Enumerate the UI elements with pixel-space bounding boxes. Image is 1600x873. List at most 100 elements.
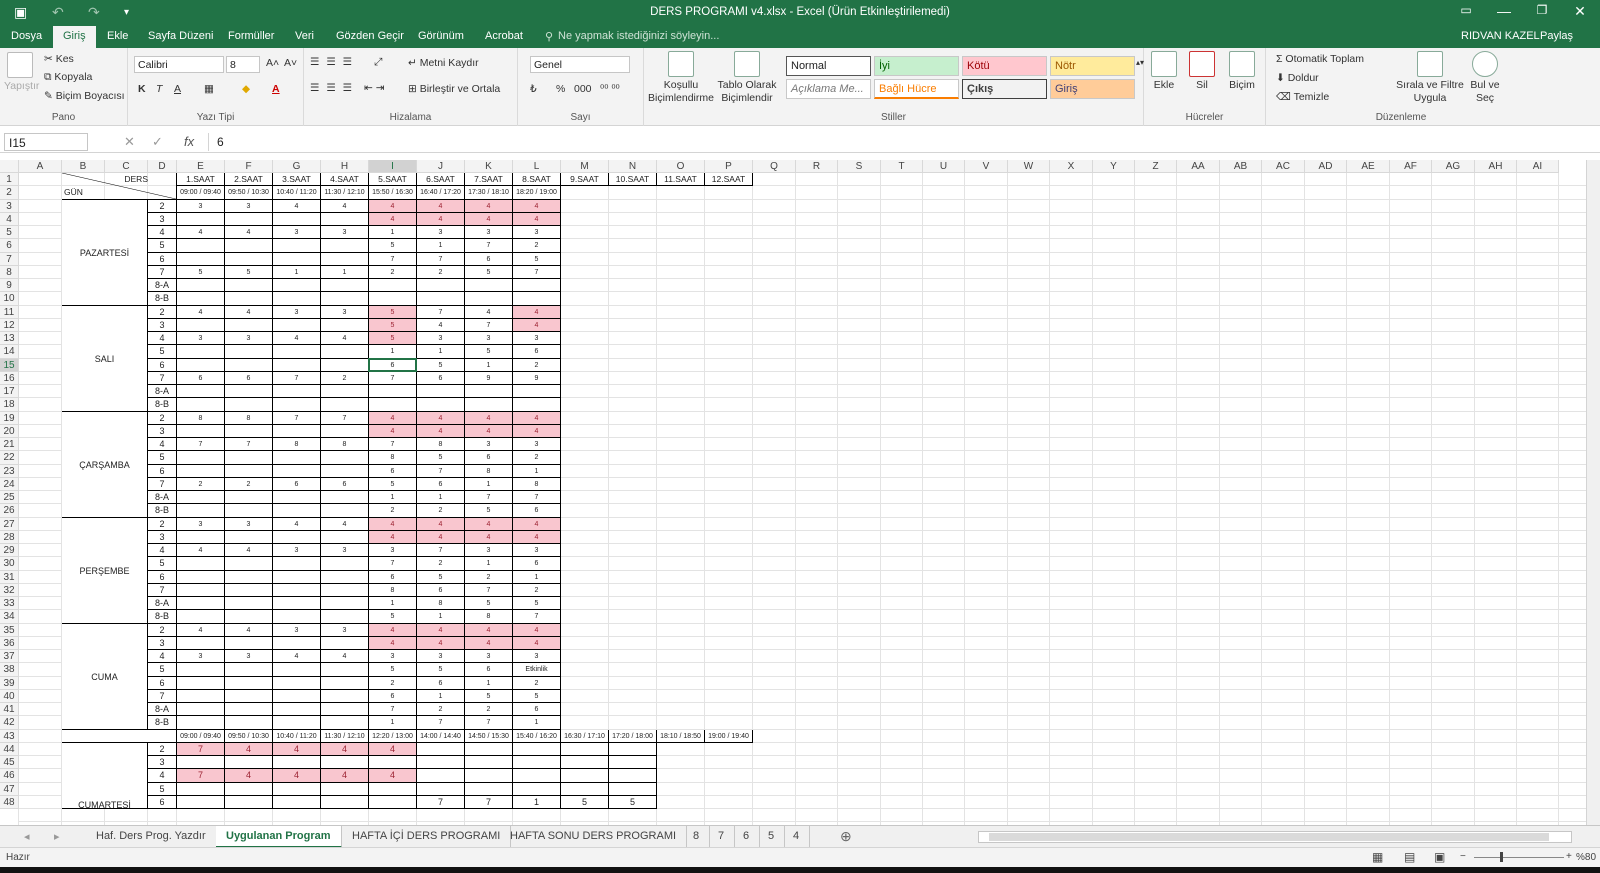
tab-scroll-left-icon[interactable]: ◂: [14, 826, 40, 848]
lesson-cell[interactable]: 6: [417, 371, 465, 385]
lesson-cell[interactable]: 4: [513, 517, 561, 531]
row-header[interactable]: 48: [0, 795, 19, 809]
time-slot[interactable]: 14:00 / 14:40: [417, 729, 465, 743]
lesson-cell[interactable]: 4: [225, 226, 273, 240]
sheet-tab[interactable]: 5: [758, 826, 786, 848]
lesson-cell[interactable]: [417, 398, 465, 412]
lesson-cell[interactable]: [321, 782, 369, 796]
lesson-cell[interactable]: 2: [513, 358, 561, 372]
minimize-icon[interactable]: —: [1489, 3, 1519, 19]
saat-header[interactable]: 8.SAAT: [513, 173, 561, 187]
lesson-cell[interactable]: 1: [513, 716, 561, 730]
lesson-cell[interactable]: 7: [465, 491, 513, 505]
class-label[interactable]: 8-A: [148, 385, 177, 399]
lesson-cell[interactable]: [177, 424, 225, 438]
column-header[interactable]: T: [881, 160, 923, 173]
lesson-cell[interactable]: 4: [417, 623, 465, 637]
lesson-cell[interactable]: [321, 398, 369, 412]
row-header[interactable]: 21: [0, 438, 19, 452]
bold-button[interactable]: K: [138, 83, 146, 95]
lesson-cell[interactable]: 6: [417, 583, 465, 597]
font-color-icon[interactable]: A: [272, 83, 280, 95]
lesson-cell[interactable]: [225, 676, 273, 690]
lesson-cell[interactable]: [273, 451, 321, 465]
lesson-cell[interactable]: 6: [369, 689, 417, 703]
day-label[interactable]: PERŞEMBE: [62, 517, 148, 624]
lesson-cell[interactable]: [417, 742, 465, 756]
lesson-cell[interactable]: [273, 557, 321, 571]
lesson-cell[interactable]: [177, 279, 225, 293]
lesson-cell[interactable]: 4: [465, 623, 513, 637]
lesson-cell[interactable]: 1: [465, 477, 513, 491]
lesson-cell[interactable]: [273, 703, 321, 717]
class-label[interactable]: 8-A: [148, 597, 177, 611]
day-label[interactable]: PAZARTESİ: [62, 199, 148, 306]
lesson-cell[interactable]: [321, 610, 369, 624]
lesson-cell[interactable]: [225, 279, 273, 293]
horizontal-scroll-thumb[interactable]: [989, 833, 1549, 841]
class-label[interactable]: 8-B: [148, 716, 177, 730]
column-header[interactable]: C: [105, 160, 148, 173]
lesson-cell[interactable]: 4: [369, 517, 417, 531]
lesson-cell[interactable]: 4: [465, 411, 513, 425]
time-slot[interactable]: 09:50 / 10:30: [225, 186, 273, 200]
conditional-format-button[interactable]: Koşullu Biçimlendirme: [648, 51, 714, 105]
time-slot[interactable]: 12:20 / 13:00: [369, 729, 417, 743]
row-header[interactable]: 46: [0, 769, 19, 783]
lesson-cell[interactable]: 4: [417, 212, 465, 226]
class-label[interactable]: 3: [148, 636, 177, 650]
column-header[interactable]: U: [923, 160, 965, 173]
lesson-cell[interactable]: 2: [369, 504, 417, 518]
column-header[interactable]: AF: [1390, 160, 1432, 173]
lesson-cell[interactable]: 1: [513, 570, 561, 584]
lesson-cell[interactable]: 4: [369, 212, 417, 226]
lesson-cell[interactable]: 2: [513, 676, 561, 690]
lesson-cell[interactable]: 4: [513, 636, 561, 650]
lesson-cell[interactable]: 6: [225, 371, 273, 385]
lesson-cell[interactable]: 4: [513, 212, 561, 226]
lesson-cell[interactable]: 7: [513, 610, 561, 624]
column-header[interactable]: Y: [1093, 160, 1135, 173]
lesson-cell[interactable]: [561, 782, 609, 796]
user-name[interactable]: RIDVAN KAZEL: [1461, 30, 1540, 42]
lesson-cell[interactable]: 3: [417, 332, 465, 346]
class-label[interactable]: 6: [148, 358, 177, 372]
class-label[interactable]: 8-B: [148, 398, 177, 412]
lesson-cell[interactable]: [225, 385, 273, 399]
clear-button[interactable]: ⌫ Temizle: [1276, 91, 1329, 103]
column-header[interactable]: P: [705, 160, 753, 173]
class-label[interactable]: 8-A: [148, 491, 177, 505]
lesson-cell[interactable]: 4: [417, 636, 465, 650]
lesson-cell[interactable]: 7: [177, 438, 225, 452]
lesson-cell[interactable]: 5: [369, 318, 417, 332]
class-label[interactable]: 5: [148, 557, 177, 571]
row-header[interactable]: 15: [0, 358, 19, 372]
lesson-cell[interactable]: [609, 742, 657, 756]
lesson-cell[interactable]: [561, 742, 609, 756]
lesson-cell[interactable]: 4: [225, 544, 273, 558]
ribbon-display-icon[interactable]: ▭: [1451, 3, 1481, 17]
lesson-cell[interactable]: 1: [417, 491, 465, 505]
column-header[interactable]: AH: [1475, 160, 1517, 173]
wrap-text-button[interactable]: ↵ Metni Kaydır: [408, 57, 479, 69]
lesson-cell[interactable]: 5: [513, 252, 561, 266]
lesson-cell[interactable]: [177, 703, 225, 717]
row-header[interactable]: 47: [0, 782, 19, 796]
decimal-icons[interactable]: ⁰⁰ ⁰⁰: [600, 83, 620, 95]
lesson-cell[interactable]: 1: [321, 265, 369, 279]
lesson-cell[interactable]: 1: [417, 239, 465, 253]
lesson-cell[interactable]: 4: [321, 332, 369, 346]
lesson-cell[interactable]: [273, 610, 321, 624]
sheet-tab[interactable]: HAFTA İÇİ DERS PROGRAMI: [342, 826, 512, 848]
row-header[interactable]: 33: [0, 597, 19, 611]
row-header[interactable]: 30: [0, 557, 19, 571]
sheet-tab[interactable]: 7: [708, 826, 736, 848]
lesson-cell[interactable]: [321, 597, 369, 611]
lesson-cell[interactable]: 3: [177, 517, 225, 531]
row-header[interactable]: 45: [0, 756, 19, 770]
column-header[interactable]: N: [609, 160, 657, 173]
lesson-cell[interactable]: 4: [417, 424, 465, 438]
close-icon[interactable]: ✕: [1565, 3, 1595, 20]
lesson-cell[interactable]: 3: [321, 305, 369, 319]
lesson-cell[interactable]: 4: [513, 199, 561, 213]
